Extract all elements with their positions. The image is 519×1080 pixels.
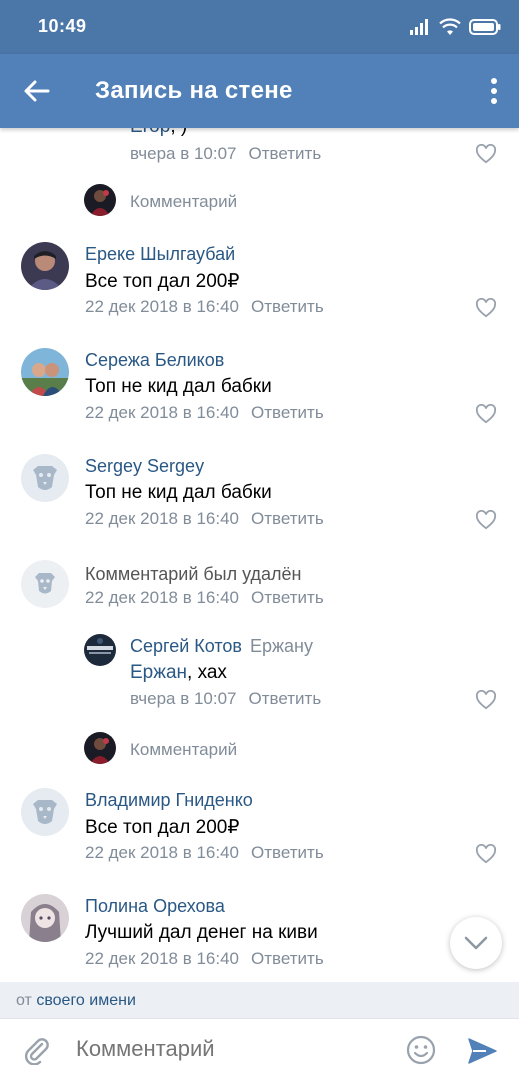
comment-meta: 22 дек 2018 в 16:40 Ответить (85, 509, 324, 529)
comment-prompt-label: Комментарий (130, 192, 238, 211)
comment-time: 22 дек 2018 в 16:40 (85, 403, 240, 422)
deleted-comment: Комментарий был удалён 22 дек 2018 в 16:… (0, 560, 519, 616)
comment-meta: вчера в 10:07 Ответить (130, 144, 321, 164)
avatar[interactable] (21, 454, 69, 502)
default-dog-avatar-icon (21, 788, 69, 836)
mention-link[interactable]: Егор (130, 128, 170, 137)
comment-item: Владимир Гниденко Все топ дал 200₽ 22 де… (0, 786, 519, 876)
comment-time: 22 дек 2018 в 16:40 (85, 949, 240, 968)
reply-button[interactable]: Ответить (251, 509, 324, 528)
status-bar: 10:49 (0, 0, 519, 54)
avatar (21, 560, 69, 608)
reply-button[interactable]: Ответить (249, 144, 322, 163)
reply-button[interactable]: Ответить (251, 843, 324, 862)
avatar (84, 184, 116, 216)
comment-author[interactable]: Sergey Sergey (85, 456, 204, 477)
post-as-link[interactable]: своего имени (36, 992, 136, 1009)
reply-thread-prompt[interactable]: Комментарий (0, 184, 519, 220)
comment-time: 22 дек 2018 в 16:40 (85, 509, 240, 528)
comment-input[interactable] (76, 1036, 386, 1062)
comment-time: 22 дек 2018 в 16:40 (85, 297, 240, 316)
reply-to-name[interactable]: Ержану (250, 636, 313, 656)
like-heart-icon[interactable] (475, 844, 497, 864)
comment-author: Сергей Котов Ержану (130, 636, 313, 657)
like-heart-icon[interactable] (475, 404, 497, 424)
battery-icon (469, 19, 501, 35)
comment-meta: 22 дек 2018 в 16:40 Ответить (85, 297, 324, 317)
author-name[interactable]: Сергей Котов (130, 636, 242, 656)
like-heart-icon[interactable] (475, 690, 497, 710)
comment-text: Все топ дал 200₽ (85, 817, 240, 838)
like-heart-icon[interactable] (475, 144, 497, 164)
comment-meta: 22 дек 2018 в 16:40 Ответить (85, 843, 324, 863)
send-icon[interactable] (466, 1036, 498, 1066)
reply-comment-item: Сергей Котов Ержану Ержан, хах вчера в 10… (0, 632, 519, 718)
comment-meta: 22 дек 2018 в 16:40 Ответить (85, 949, 324, 969)
comment-text: Егор, ) (130, 128, 187, 138)
emoji-smile-icon[interactable] (405, 1034, 437, 1066)
comment-item: Сережа Беликов Топ не кид дал бабки 22 д… (0, 346, 519, 436)
app-bar: Запись на стене (0, 54, 519, 128)
comment-meta: вчера в 10:07 Ответить (130, 689, 321, 709)
page-title: Запись на стене (95, 77, 293, 104)
reply-button[interactable]: Ответить (251, 297, 324, 316)
comment-input-bar (0, 1018, 519, 1080)
comment-item: Егор, ) вчера в 10:07 Ответить (0, 128, 519, 178)
comment-item: Полина Орехова Лучший дал денег на киви … (0, 892, 519, 982)
comment-time: 22 дек 2018 в 16:40 (85, 588, 240, 607)
reply-button[interactable]: Ответить (251, 403, 324, 422)
comment-author[interactable]: Ереке Шылгаубай (85, 244, 235, 265)
comments-feed[interactable]: Егор, ) вчера в 10:07 Ответить Комментари… (0, 128, 519, 982)
post-as-prefix: от (16, 992, 32, 1009)
status-icons (409, 15, 501, 39)
avatar[interactable] (21, 348, 69, 396)
comment-text: Лучший дал денег на киви (85, 922, 318, 943)
comment-time: вчера в 10:07 (130, 689, 237, 708)
chevron-down-icon (464, 936, 488, 950)
status-time: 10:49 (38, 16, 87, 36)
comment-item: Sergey Sergey Топ не кид дал бабки 22 де… (0, 452, 519, 542)
like-heart-icon[interactable] (475, 298, 497, 318)
like-heart-icon[interactable] (475, 510, 497, 530)
comment-time: вчера в 10:07 (130, 144, 237, 163)
reply-button[interactable]: Ответить (251, 588, 324, 607)
reply-button[interactable]: Ответить (249, 689, 322, 708)
comment-text: Топ не кид дал бабки (85, 376, 272, 397)
signal-icon (410, 19, 428, 35)
wifi-icon (439, 18, 461, 35)
avatar[interactable] (21, 788, 69, 836)
reply-thread-prompt[interactable]: Комментарий (0, 732, 519, 768)
comment-text: Все топ дал 200₽ (85, 271, 240, 292)
comment-author[interactable]: Сережа Беликов (85, 350, 224, 371)
default-dog-avatar-icon (21, 454, 69, 502)
comment-item: Ереке Шылгаубай Все топ дал 200₽ 22 дек … (0, 240, 519, 330)
avatar[interactable] (21, 894, 69, 942)
back-arrow-icon[interactable] (22, 76, 52, 106)
mention-link[interactable]: Ержан (130, 662, 187, 683)
avatar[interactable] (84, 634, 116, 666)
default-dog-avatar-icon (21, 560, 69, 608)
reply-button[interactable]: Ответить (251, 949, 324, 968)
post-as-bar: от своего имени (0, 982, 519, 1018)
comment-author[interactable]: Полина Орехова (85, 896, 225, 917)
comment-time: 22 дек 2018 в 16:40 (85, 843, 240, 862)
attach-paperclip-icon[interactable] (22, 1035, 52, 1065)
comment-meta: 22 дек 2018 в 16:40 Ответить (85, 403, 324, 423)
comment-text: Ержан, хах (130, 662, 227, 683)
comment-meta: 22 дек 2018 в 16:40 Ответить (85, 588, 324, 608)
avatar[interactable] (21, 242, 69, 290)
comment-author[interactable]: Владимир Гниденко (85, 790, 253, 811)
scroll-down-button[interactable] (450, 917, 502, 969)
comment-prompt-label: Комментарий (130, 740, 238, 759)
avatar (84, 732, 116, 764)
comment-text: Топ не кид дал бабки (85, 482, 272, 503)
more-vert-icon[interactable] (489, 76, 499, 106)
deleted-comment-text: Комментарий был удалён (85, 564, 302, 584)
